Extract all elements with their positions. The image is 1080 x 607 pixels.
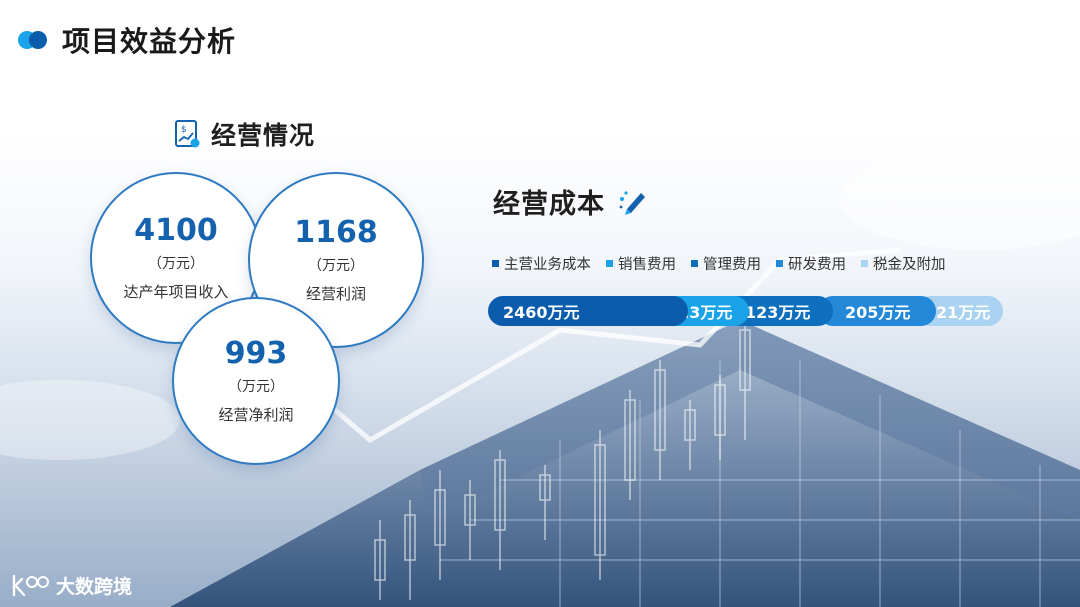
- legend-label: 销售费用: [618, 257, 676, 273]
- cost-legend: 主营业务成本 销售费用 管理费用 研发费用 税金及附加: [492, 253, 946, 274]
- page-title: 项目效益分析: [62, 25, 237, 58]
- page-header: 项目效益分析: [18, 20, 236, 60]
- brand-logo: 大数跨境: [10, 572, 132, 599]
- metric-unit: （万元）: [148, 256, 204, 272]
- legend-item: 主营业务成本: [492, 253, 591, 274]
- metric-circle-net-profit: 993 （万元） 经营净利润: [172, 297, 340, 465]
- metric-unit: （万元）: [228, 379, 284, 395]
- legend-swatch: [492, 260, 499, 267]
- svg-text:$: $: [181, 125, 187, 135]
- metric-unit: （万元）: [308, 258, 364, 274]
- legend-label: 主营业务成本: [504, 257, 591, 273]
- legend-swatch: [861, 260, 868, 267]
- finance-report-icon: $: [175, 119, 201, 149]
- cost-segment-rnd: 205万元: [818, 296, 936, 326]
- legend-item: 税金及附加: [861, 253, 946, 274]
- legend-swatch: [776, 260, 783, 267]
- metric-label: 经营净利润: [218, 406, 294, 424]
- metric-label: 达产年项目收入: [123, 283, 229, 301]
- legend-swatch: [691, 260, 698, 267]
- metric-value: 993: [224, 336, 288, 371]
- legend-item: 研发费用: [776, 253, 846, 274]
- legend-label: 管理费用: [703, 257, 761, 273]
- segment-label: 2460万元: [503, 303, 580, 322]
- operations-heading: $ 经营情况: [175, 116, 315, 152]
- title-bullet-icon: [18, 29, 54, 51]
- legend-label: 税金及附加: [873, 257, 946, 273]
- metric-value: 4100: [134, 213, 218, 248]
- brand-logo-icon: [10, 573, 50, 599]
- metric-value: 1168: [294, 215, 378, 250]
- cost-bar: 2460万元 123万元 123万元 205万元 21万元: [488, 296, 1003, 326]
- metric-label: 经营利润: [305, 285, 366, 303]
- costs-heading: 经营成本: [493, 182, 649, 221]
- operations-heading-text: 经营情况: [211, 121, 316, 150]
- costs-heading-text: 经营成本: [493, 189, 605, 220]
- legend-swatch: [606, 260, 613, 267]
- legend-item: 管理费用: [691, 253, 761, 274]
- legend-label: 研发费用: [788, 257, 846, 273]
- pen-sparkle-icon: [617, 187, 649, 217]
- cost-segment-main: 2460万元: [488, 296, 688, 326]
- legend-item: 销售费用: [606, 253, 676, 274]
- brand-logo-text: 大数跨境: [56, 576, 133, 598]
